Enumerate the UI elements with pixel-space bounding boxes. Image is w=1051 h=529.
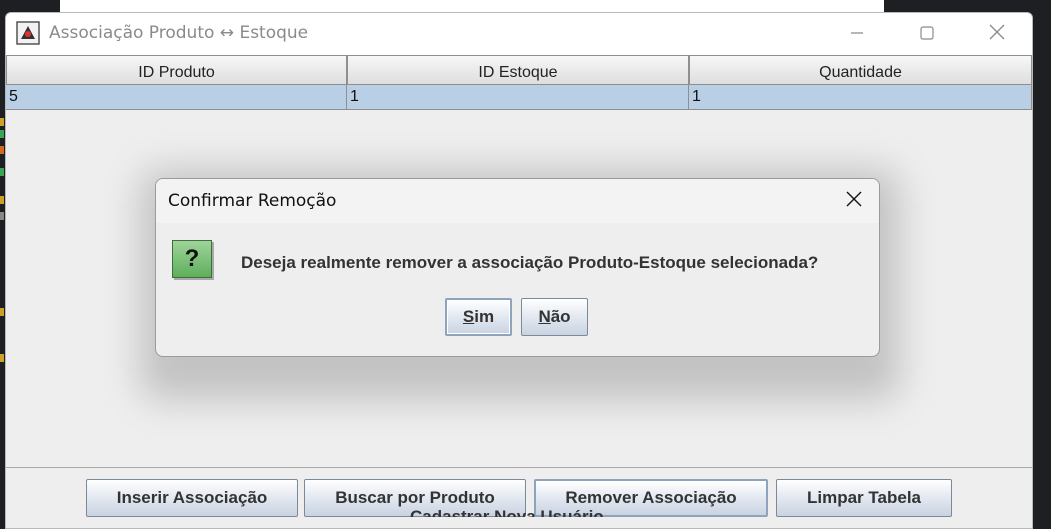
inserir-associacao-button[interactable]: Inserir Associação <box>86 479 298 517</box>
table-row[interactable]: 5 1 1 <box>6 85 1032 110</box>
maximize-button[interactable] <box>892 13 962 55</box>
close-button[interactable] <box>962 13 1032 55</box>
cell-id-produto[interactable]: 5 <box>6 85 347 110</box>
close-icon <box>989 24 1005 44</box>
java-app-icon <box>16 21 40 45</box>
confirm-dialog: Confirmar Remoção ? Deseja realmente rem… <box>155 178 880 357</box>
cell-quantidade[interactable]: 1 <box>689 85 1032 110</box>
background-editor-area-right <box>884 0 1051 12</box>
column-header-quantidade[interactable]: Quantidade <box>689 55 1032 85</box>
sim-label: im <box>474 307 495 326</box>
minimize-button[interactable] <box>822 13 892 55</box>
dialog-title: Confirmar Remoção <box>168 191 337 211</box>
dialog-message: Deseja realmente remover a associação Pr… <box>241 253 819 272</box>
title-bar[interactable]: Associação Produto ↔ Estoque <box>6 13 1032 55</box>
limpar-tabela-button[interactable]: Limpar Tabela <box>776 479 952 517</box>
sim-button[interactable]: Sim <box>445 298 512 336</box>
window-title: Associação Produto ↔ Estoque <box>49 23 309 43</box>
question-icon: ? <box>172 240 212 278</box>
background-window-text: Cadastrar Nova Usuário <box>410 507 604 517</box>
dialog-close-button[interactable] <box>829 179 879 223</box>
sim-mnemonic: S <box>462 307 475 326</box>
close-icon <box>846 191 862 211</box>
background-editor-area <box>0 0 60 12</box>
column-header-id-estoque[interactable]: ID Estoque <box>347 55 689 85</box>
maximize-icon <box>920 25 934 44</box>
dialog-title-bar[interactable]: Confirmar Remoção <box>156 179 879 223</box>
table-header: ID Produto ID Estoque Quantidade <box>6 55 1032 85</box>
nao-label: ão <box>550 307 571 326</box>
column-header-id-produto[interactable]: ID Produto <box>6 55 347 85</box>
nao-mnemonic: N <box>538 307 551 326</box>
cell-id-estoque[interactable]: 1 <box>347 85 689 110</box>
nao-button[interactable]: Não <box>521 298 588 336</box>
minimize-icon <box>850 25 864 44</box>
